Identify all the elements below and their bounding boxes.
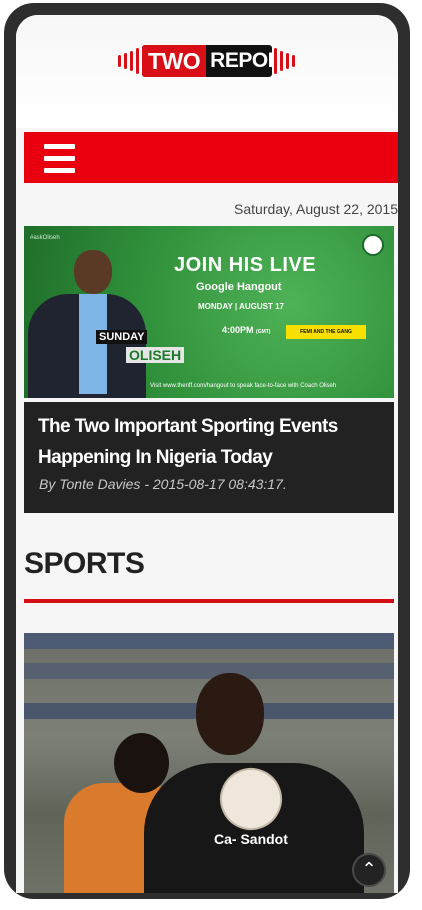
banner-hashtag: #askOliseh [30,235,60,241]
logo-wave-icon [286,53,289,69]
nav-bar [24,132,398,183]
section-divider [24,599,394,603]
logo-wave-icon [118,55,121,67]
logo-wave-icon [292,55,295,67]
current-date: Saturday, August 22, 2015 [234,201,398,217]
logo-wave-icon [280,51,283,71]
banner-highlight: FEMI AND THE GANG [286,325,366,339]
banner-headline: JOIN HIS LIVE [174,254,317,276]
banner-time: 4:00PM (GMT) [222,325,271,335]
banner-name-last: OLISEH [126,347,185,363]
stadium-stand [24,633,394,649]
logo-wordmark: TWO REPORT [142,45,272,77]
section-title[interactable]: SPORTS [24,547,145,581]
logo-report-text: REPORT [210,49,272,72]
article-title[interactable]: The Two Important Sporting Events Happen… [38,411,388,473]
logo-two-text: TWO [142,45,207,77]
banner-subheadline: Google Hangout [196,281,282,293]
site-header: TWO REPORT [16,15,398,128]
banner-name-first: SUNDAY [96,330,148,344]
banner-footer: Visit www.thenff.com/hangout to speak fa… [150,383,337,389]
logo-wave-icon [124,53,127,69]
logo-wave-icon [130,51,133,71]
logo-wave-icon [136,48,139,74]
site-logo[interactable]: TWO REPORT [114,45,295,77]
banner-date: MONDAY | AUGUST 17 [198,302,284,311]
article-byline: By Tonte Davies - 2015-08-17 08:43:17. [39,476,287,492]
phone-frame: TWO REPORT Saturday, August 22, 2015 #as… [4,3,410,899]
featured-banner-image[interactable]: #askOliseh SUNDAY OLISEH JOIN HIS LIVE G… [24,226,394,398]
banner-person-figure [24,250,149,398]
screen: TWO REPORT Saturday, August 22, 2015 #as… [16,15,398,893]
sports-article-image[interactable]: Ca- Sandot [24,633,394,893]
chevron-up-icon[interactable]: ⌃ [352,853,386,887]
hamburger-menu-icon[interactable] [44,144,75,173]
logo-wave-icon [274,48,277,74]
shirt-sponsor-text: Ca- Sandot [214,831,288,847]
featured-article-card[interactable]: The Two Important Sporting Events Happen… [24,402,394,513]
nff-crest-icon [362,234,384,256]
